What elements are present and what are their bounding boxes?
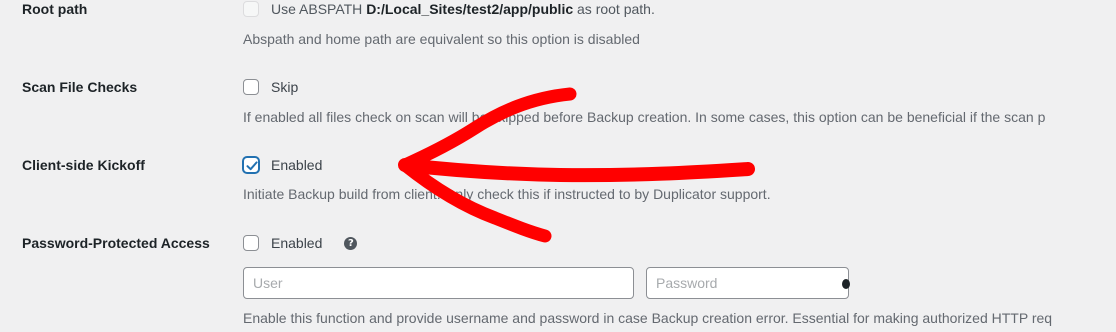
client-side-kickoff-option-label[interactable]: Enabled xyxy=(271,157,322,173)
client-side-kickoff-label: Client-side Kickoff xyxy=(22,157,145,173)
password-protected-access-description: Enable this function and provide usernam… xyxy=(243,310,1053,326)
settings-page: Root path Use ABSPATH D:/Local_Sites/tes… xyxy=(0,0,1116,332)
password-protected-access-option[interactable]: Enabled ? xyxy=(243,235,358,251)
scan-file-checks-label: Scan File Checks xyxy=(22,79,138,95)
scan-file-checks-description: If enabled all files check on scan will … xyxy=(243,109,1046,125)
user-input[interactable] xyxy=(243,267,634,299)
scan-file-checks-option-label[interactable]: Skip xyxy=(271,79,298,95)
root-path-option-text: Use ABSPATH D:/Local_Sites/test2/app/pub… xyxy=(271,1,655,17)
root-path-description: Abspath and home path are equivalent so … xyxy=(243,31,640,47)
client-side-kickoff-option[interactable]: Enabled xyxy=(243,157,322,173)
eye-icon[interactable] xyxy=(842,279,850,289)
scan-file-checks-option[interactable]: Skip xyxy=(243,79,298,95)
root-path-option: Use ABSPATH D:/Local_Sites/test2/app/pub… xyxy=(243,1,655,17)
help-icon[interactable]: ? xyxy=(344,236,358,250)
root-path-checkbox xyxy=(243,1,259,17)
password-input[interactable] xyxy=(646,267,849,299)
root-path-label: Root path xyxy=(22,1,88,17)
password-protected-access-checkbox[interactable] xyxy=(243,235,259,251)
scan-file-checks-checkbox[interactable] xyxy=(243,79,259,95)
arrow-shaft xyxy=(398,158,755,183)
arrow-head-upper xyxy=(398,87,577,172)
password-protected-access-option-label[interactable]: Enabled xyxy=(271,235,322,251)
checkmark-icon xyxy=(246,161,258,171)
root-path-option-suffix: as root path. xyxy=(577,1,655,17)
client-side-kickoff-checkbox[interactable] xyxy=(243,157,259,173)
root-path-value: D:/Local_Sites/test2/app/public xyxy=(366,1,574,17)
root-path-option-prefix: Use ABSPATH xyxy=(271,1,363,17)
client-side-kickoff-description: Initiate Backup build from client. Only … xyxy=(243,186,771,202)
password-protected-access-label: Password-Protected Access xyxy=(22,235,210,251)
